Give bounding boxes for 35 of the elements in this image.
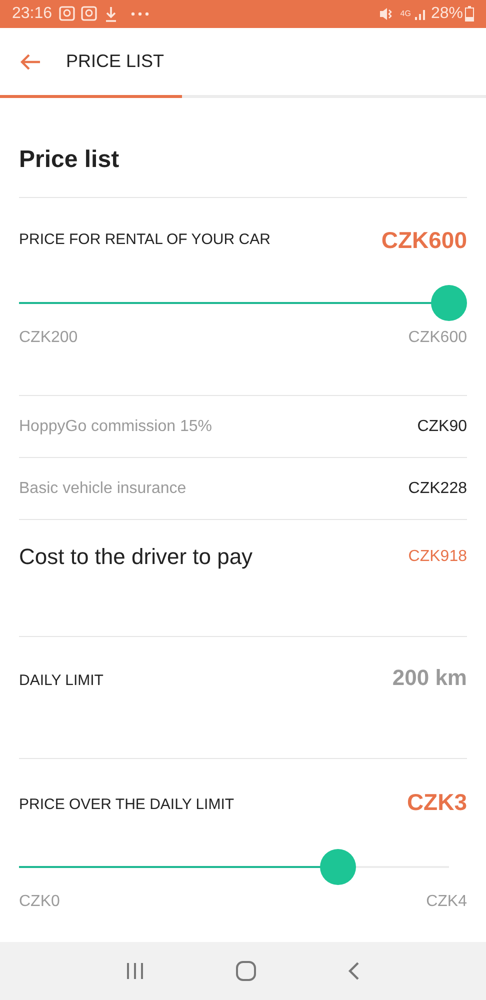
min-label: CZK0: [19, 892, 60, 912]
status-time: 23:16: [12, 4, 52, 24]
battery-percent: 28%: [430, 4, 463, 24]
rental-price-label: PRICE FOR RENTAL OF YOUR CAR: [19, 230, 270, 250]
notification-icon: [58, 5, 76, 23]
network-label: 4G: [400, 8, 411, 20]
notification-icon: [80, 5, 98, 23]
back-icon[interactable]: [347, 961, 361, 981]
min-label: CZK200: [19, 328, 78, 348]
total-label: Cost to the driver to pay: [19, 543, 253, 572]
recent-apps-icon[interactable]: [125, 961, 145, 981]
slider-thumb[interactable]: [320, 848, 356, 885]
battery-icon: [465, 6, 474, 22]
fee-value: CZK228: [408, 478, 467, 499]
daily-limit-value: 200 km: [392, 664, 467, 692]
over-limit-label: PRICE OVER THE DAILY LIMIT: [19, 795, 234, 816]
slider-thumb[interactable]: [431, 285, 467, 322]
screen-title: PRICE LIST: [66, 50, 164, 73]
max-label: CZK4: [426, 892, 467, 912]
more-icon: [130, 11, 150, 17]
daily-limit-label: DAILY LIMIT: [19, 671, 104, 692]
fee-label: Basic vehicle insurance: [19, 478, 186, 499]
download-icon: [104, 5, 118, 23]
slider[interactable]: [19, 285, 467, 322]
page-title: Price list: [19, 98, 467, 198]
fee-value: CZK90: [417, 416, 467, 437]
home-icon[interactable]: [235, 960, 257, 982]
over-limit-value: CZK3: [406, 788, 467, 818]
back-arrow-icon[interactable]: [19, 52, 41, 70]
vibrate-icon: [378, 6, 394, 22]
max-label: CZK600: [408, 328, 467, 348]
fee-label: HoppyGo commission 15%: [19, 416, 212, 437]
signal-icon: [414, 7, 428, 21]
total-value: CZK918: [408, 547, 467, 568]
rental-price-value: CZK600: [381, 226, 467, 255]
